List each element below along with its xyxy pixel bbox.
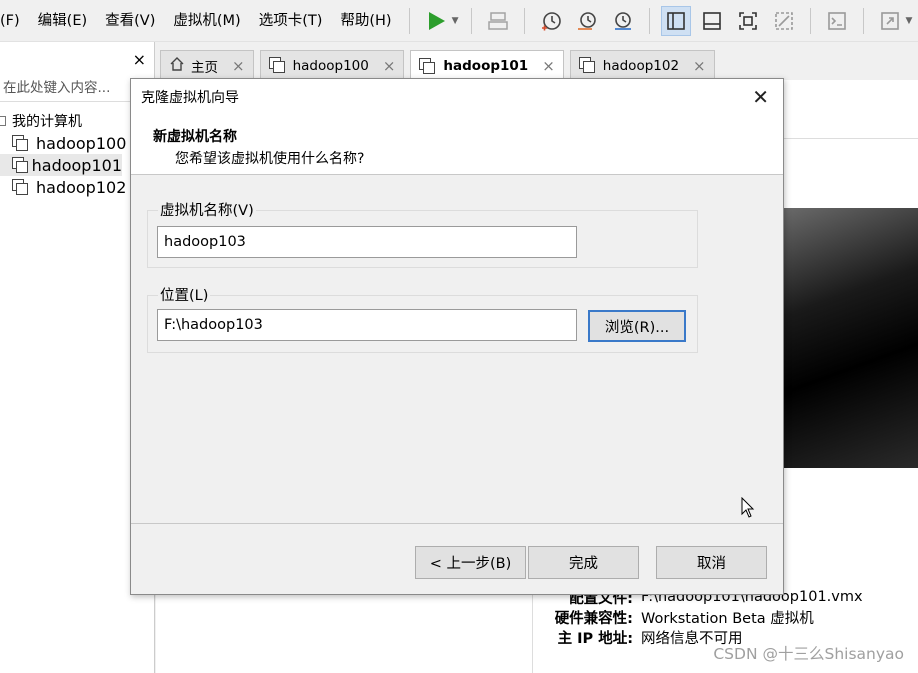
dialog-header: 新虚拟机名称 您希望该虚拟机使用什么名称? [131,115,783,175]
play-icon[interactable] [421,6,451,36]
watermark: CSDN @十三么Shisanyao [713,645,904,663]
detail-value: Workstation Beta 虚拟机 [641,610,814,627]
browse-button[interactable]: 浏览(R)... [588,310,686,342]
cancel-button[interactable]: 取消 [656,546,767,579]
dialog-heading: 新虚拟机名称 [153,129,237,145]
toolbar-separator [470,7,472,34]
menu-file[interactable]: (F) [0,0,29,42]
tab-home[interactable]: 主页 × [160,50,254,80]
finish-button[interactable]: 完成 [528,546,639,579]
snapshot-icon[interactable] [536,6,566,36]
tree-root-label: 我的计算机 [12,114,82,130]
library-header: × [0,42,154,76]
menu-view[interactable]: 查看(V) [96,0,164,42]
tab-label: hadoop100 [292,57,369,74]
detail-row: 硬件兼容性: Workstation Beta 虚拟机 [536,607,863,627]
vm-screen-preview[interactable] [783,208,918,468]
send-keys-icon[interactable] [483,6,513,36]
toolbar-separator [809,7,811,34]
tab-label: 主页 [191,59,218,76]
terminal-icon[interactable] [822,6,852,36]
fullscreen-icon[interactable] [875,6,905,36]
tab-close-icon[interactable]: × [383,57,396,75]
clone-vm-wizard-dialog: 克隆虚拟机向导 ✕ 新虚拟机名称 您希望该虚拟机使用什么名称? 虚拟机名称(V)… [130,78,784,595]
vm-icon [578,57,597,74]
tab-hadoop102[interactable]: hadoop102 × [569,50,715,80]
tree-item-label: hadoop100 [36,133,127,153]
tab-label: hadoop102 [602,57,680,74]
tab-close-icon[interactable]: × [232,57,245,75]
menu-help[interactable]: 帮助(H) [331,0,400,42]
toolbar-separator [523,7,525,34]
dialog-subheading: 您希望该虚拟机使用什么名称? [175,151,365,167]
location-label: 位置(L) [158,284,211,305]
tab-close-icon[interactable]: × [693,57,706,75]
mouse-cursor-icon [741,496,755,523]
sidebar-view-icon[interactable] [660,5,691,36]
menu-bar: (F) 编辑(E) 查看(V) 虚拟机(M) 选项卡(T) 帮助(H) ▼ ▼ [0,0,918,42]
tree-item-label: hadoop102 [36,177,127,197]
revert-snapshot-icon[interactable] [572,6,602,36]
close-icon[interactable]: ✕ [752,85,769,109]
vm-name-input[interactable]: hadoop103 [157,226,577,258]
tab-hadoop101[interactable]: hadoop101 × [410,50,564,81]
tab-bar: 主页 × hadoop100 × hadoop101 × hadoop102 × [160,50,721,81]
home-icon [169,56,185,76]
unity-icon[interactable] [769,6,799,36]
tab-close-icon[interactable]: × [542,57,555,75]
menu-tabs[interactable]: 选项卡(T) [250,0,332,42]
menu-edit[interactable]: 编辑(E) [29,0,96,42]
vm-icon [12,134,30,152]
vm-icon [268,57,287,74]
console-view-icon[interactable] [697,6,727,36]
toolbar-separator [408,7,410,34]
vm-details: 配置文件: F:\hadoop101\hadoop101.vmx 硬件兼容性: … [536,587,863,647]
fullscreen-dropdown-icon[interactable]: ▼ [906,16,913,26]
menu-vm[interactable]: 虚拟机(M) [164,0,249,42]
toolbar-separator [862,7,864,34]
vm-icon [419,57,437,75]
vm-icon [12,156,28,174]
dialog-title: 克隆虚拟机向导 [141,90,239,106]
tab-label: hadoop101 [443,58,529,74]
location-input[interactable]: F:\hadoop103 [157,309,577,341]
tree-item-label: hadoop101 [31,155,122,175]
vm-name-label: 虚拟机名称(V) [158,199,256,220]
detail-label: 硬件兼容性: [554,610,633,627]
fit-guest-icon[interactable] [733,6,763,36]
detail-label: 主 IP 地址: [557,630,633,647]
dialog-title-bar: 克隆虚拟机向导 ✕ [131,79,783,115]
divider [131,523,783,524]
tree-item-hadoop101[interactable]: hadoop101 [0,154,122,176]
library-close-icon[interactable]: × [133,50,146,69]
back-button[interactable]: < 上一步(B) [415,546,526,579]
toolbar-separator [648,7,650,34]
snapshot-manager-icon[interactable] [608,6,638,36]
expand-icon[interactable] [0,116,6,126]
play-dropdown-icon[interactable]: ▼ [452,16,459,26]
tab-hadoop100[interactable]: hadoop100 × [259,50,405,80]
vm-icon [12,178,30,196]
